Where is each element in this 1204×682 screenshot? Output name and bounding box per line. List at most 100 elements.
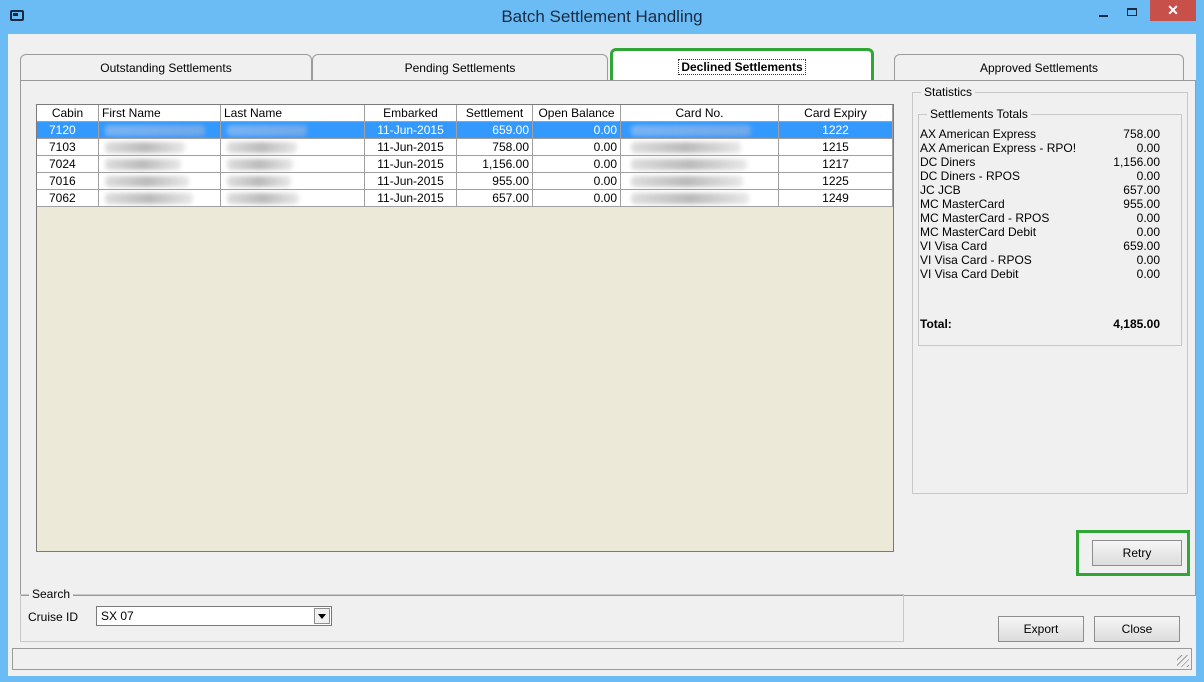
cell-first-name-redacted xyxy=(99,122,221,139)
stat-label: MC MasterCard xyxy=(920,197,1005,211)
stat-line: MC MasterCard - RPOS 0.00 xyxy=(920,211,1160,225)
stat-label: VI Visa Card xyxy=(920,239,988,253)
cell-first-name-redacted xyxy=(99,173,221,190)
cell-settlement: 1,156.00 xyxy=(457,156,533,173)
stat-total-label: Total: xyxy=(920,317,952,331)
window-title: Batch Settlement Handling xyxy=(501,7,703,26)
settlement-totals-legend: Settlements Totals xyxy=(927,107,1031,121)
cell-card-no-redacted xyxy=(621,190,779,207)
window-client-area: Outstanding Settlements Pending Settleme… xyxy=(8,34,1196,676)
column-header-first-name[interactable]: First Name xyxy=(99,105,221,122)
stat-line: DC Diners - RPOS 0.00 xyxy=(920,169,1160,183)
stat-value: 0.00 xyxy=(1136,211,1160,225)
cell-settlement: 955.00 xyxy=(457,173,533,190)
cell-cabin: 7024 xyxy=(37,156,99,173)
stat-total-line: Total: 4,185.00 xyxy=(920,317,1160,331)
chevron-down-icon[interactable] xyxy=(314,608,330,624)
stat-label: AX American Express - RPO! xyxy=(920,141,1077,155)
column-header-open-balance[interactable]: Open Balance xyxy=(533,105,621,122)
table-row[interactable]: 7062 11-Jun-2015 657.00 0.00 1249 xyxy=(37,190,893,207)
cell-card-expiry: 1215 xyxy=(779,139,893,156)
cell-settlement: 758.00 xyxy=(457,139,533,156)
tab-approved-settlements[interactable]: Approved Settlements xyxy=(894,54,1184,80)
cell-card-no-redacted xyxy=(621,156,779,173)
stat-value: 955.00 xyxy=(1123,197,1160,211)
cell-cabin: 7103 xyxy=(37,139,99,156)
stat-line: AX American Express - RPO! 0.00 xyxy=(920,141,1160,155)
stat-line: MC MasterCard Debit 0.00 xyxy=(920,225,1160,239)
stat-label: DC Diners xyxy=(920,155,976,169)
column-header-card-expiry[interactable]: Card Expiry xyxy=(779,105,893,122)
stat-label: MC MasterCard Debit xyxy=(920,225,1037,239)
stat-line: AX American Express 758.00 xyxy=(920,127,1160,141)
column-header-last-name[interactable]: Last Name xyxy=(221,105,365,122)
stat-value: 659.00 xyxy=(1123,239,1160,253)
column-header-settlement[interactable]: Settlement xyxy=(457,105,533,122)
cell-last-name-redacted xyxy=(221,190,365,207)
cell-open-balance: 0.00 xyxy=(533,173,621,190)
stat-value: 657.00 xyxy=(1123,183,1160,197)
stat-label: JC JCB xyxy=(920,183,961,197)
export-button[interactable]: Export xyxy=(998,616,1084,642)
column-header-embarked[interactable]: Embarked xyxy=(365,105,457,122)
cell-open-balance: 0.00 xyxy=(533,122,621,139)
cruise-id-value: SX 07 xyxy=(101,609,134,623)
column-header-card-no[interactable]: Card No. xyxy=(621,105,779,122)
cell-card-no-redacted xyxy=(621,173,779,190)
stat-label: VI Visa Card - RPOS xyxy=(920,253,1032,267)
cell-embarked: 11-Jun-2015 xyxy=(365,173,457,190)
stat-line: MC MasterCard 955.00 xyxy=(920,197,1160,211)
cell-card-expiry: 1249 xyxy=(779,190,893,207)
close-window-button[interactable]: ✕ xyxy=(1150,0,1196,21)
cell-open-balance: 0.00 xyxy=(533,156,621,173)
close-button[interactable]: Close xyxy=(1094,616,1180,642)
tab-pending-settlements[interactable]: Pending Settlements xyxy=(312,54,608,80)
stat-line: JC JCB 657.00 xyxy=(920,183,1160,197)
stat-value: 0.00 xyxy=(1136,169,1160,183)
cell-last-name-redacted xyxy=(221,173,365,190)
cell-open-balance: 0.00 xyxy=(533,139,621,156)
cell-cabin: 7120 xyxy=(37,122,99,139)
cell-card-no-redacted xyxy=(621,122,779,139)
stat-value: 0.00 xyxy=(1136,141,1160,155)
cell-first-name-redacted xyxy=(99,190,221,207)
stat-label: DC Diners - RPOS xyxy=(920,169,1021,183)
cell-cabin: 7062 xyxy=(37,190,99,207)
cell-card-no-redacted xyxy=(621,139,779,156)
cell-settlement: 657.00 xyxy=(457,190,533,207)
stat-label: MC MasterCard - RPOS xyxy=(920,211,1050,225)
stat-value: 0.00 xyxy=(1136,267,1160,281)
stat-label: AX American Express xyxy=(920,127,1037,141)
tab-declined-settlements[interactable]: Declined Settlements xyxy=(610,48,874,81)
stat-line: VI Visa Card - RPOS 0.00 xyxy=(920,253,1160,267)
cell-settlement: 659.00 xyxy=(457,122,533,139)
stat-label: VI Visa Card Debit xyxy=(920,267,1019,281)
table-row[interactable]: 7016 11-Jun-2015 955.00 0.00 1225 xyxy=(37,173,893,190)
tab-declined-label: Declined Settlements xyxy=(678,59,806,75)
cell-cabin: 7016 xyxy=(37,173,99,190)
cell-embarked: 11-Jun-2015 xyxy=(365,156,457,173)
stat-value: 0.00 xyxy=(1136,253,1160,267)
tab-outstanding-settlements[interactable]: Outstanding Settlements xyxy=(20,54,312,80)
title-bar[interactable]: Batch Settlement Handling ✕ xyxy=(0,0,1204,34)
table-row[interactable]: 7024 11-Jun-2015 1,156.00 0.00 1217 xyxy=(37,156,893,173)
retry-button[interactable]: Retry xyxy=(1092,540,1182,566)
cell-last-name-redacted xyxy=(221,122,365,139)
cell-first-name-redacted xyxy=(99,139,221,156)
stat-line: VI Visa Card 659.00 xyxy=(920,239,1160,253)
settlements-grid[interactable]: Cabin First Name Last Name Embarked Sett… xyxy=(36,104,894,552)
maximize-button[interactable] xyxy=(1120,4,1144,22)
table-row[interactable]: 7120 11-Jun-2015 659.00 0.00 1222 xyxy=(37,122,893,139)
cell-open-balance: 0.00 xyxy=(533,190,621,207)
cell-last-name-redacted xyxy=(221,139,365,156)
status-bar xyxy=(12,648,1192,670)
minimize-button[interactable] xyxy=(1092,4,1116,22)
stat-value: 0.00 xyxy=(1136,225,1160,239)
table-row[interactable]: 7103 11-Jun-2015 758.00 0.00 1215 xyxy=(37,139,893,156)
cell-card-expiry: 1217 xyxy=(779,156,893,173)
resize-grip-icon[interactable] xyxy=(1177,655,1189,667)
stat-total-value: 4,185.00 xyxy=(1113,317,1160,331)
cruise-id-select[interactable]: SX 07 xyxy=(96,606,332,626)
cruise-id-label: Cruise ID xyxy=(28,610,79,624)
column-header-cabin[interactable]: Cabin xyxy=(37,105,99,122)
